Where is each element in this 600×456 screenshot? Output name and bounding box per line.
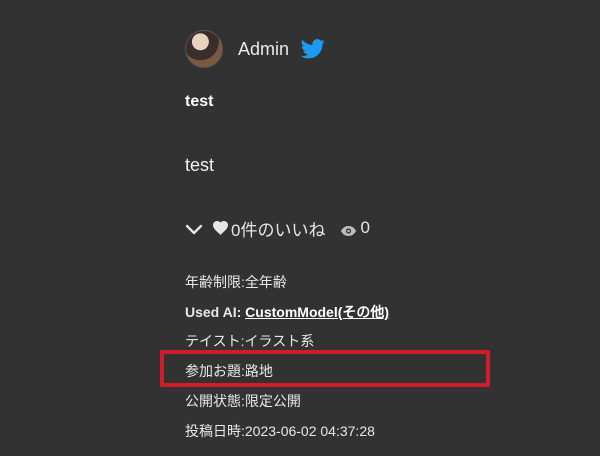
post-detail: Admin test test 0件のいいね 0 年齢制限:全年齢 Used A… bbox=[185, 0, 585, 456]
twitter-icon[interactable] bbox=[301, 39, 325, 59]
author-name[interactable]: Admin bbox=[238, 39, 289, 60]
visibility: 公開状態:限定公開 bbox=[185, 393, 301, 409]
highlight-box bbox=[160, 350, 490, 387]
taste: テイスト:イラスト系 bbox=[185, 333, 315, 349]
posted-at: 投稿日時:2023-06-02 04:37:28 bbox=[185, 423, 375, 439]
post-body: test bbox=[185, 155, 215, 175]
used-ai-row: Used AI: CustomModel(その他) bbox=[185, 302, 389, 322]
post-actions: 0件のいいね 0 bbox=[185, 216, 370, 240]
eye-icon bbox=[341, 222, 357, 236]
view-count: 0 bbox=[360, 218, 370, 237]
chevron-down-icon[interactable] bbox=[185, 221, 203, 235]
avatar[interactable] bbox=[185, 30, 223, 68]
post-title: test bbox=[185, 93, 214, 110]
age-rating: 年齢制限:全年齢 bbox=[185, 274, 287, 290]
heart-icon[interactable] bbox=[213, 220, 229, 236]
used-ai-link[interactable]: CustomModel(その他) bbox=[245, 304, 389, 320]
used-ai-label: Used AI: bbox=[185, 304, 242, 320]
author-row: Admin bbox=[185, 29, 325, 69]
likes-count[interactable]: 0件のいいね bbox=[231, 216, 325, 241]
